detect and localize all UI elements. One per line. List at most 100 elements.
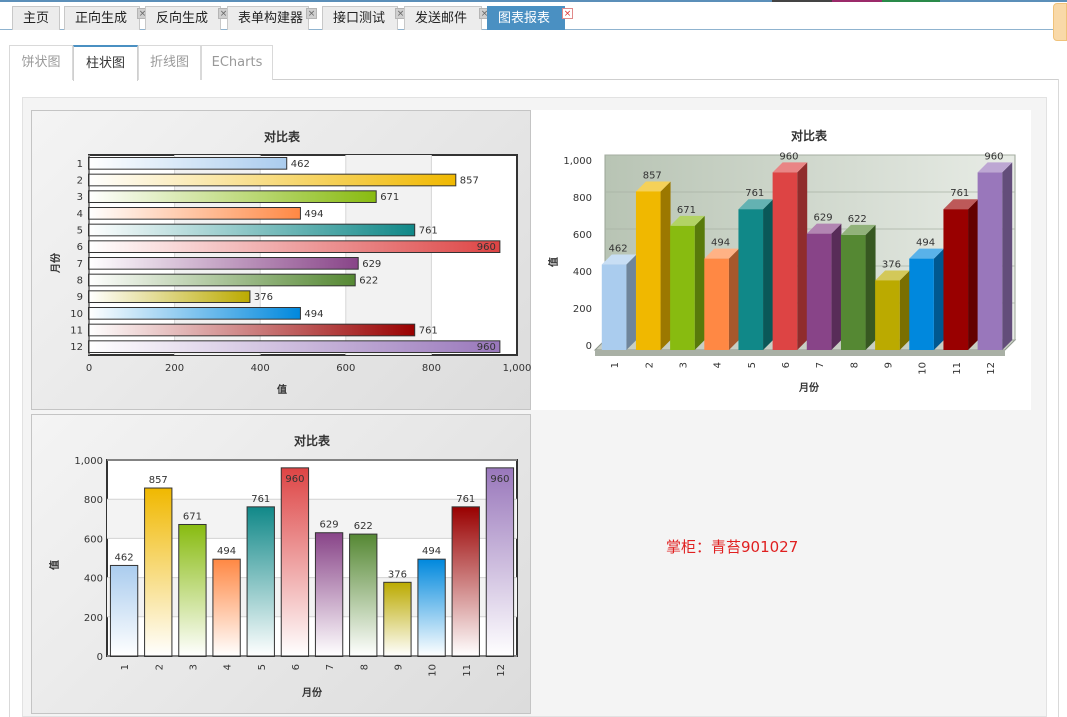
bar: [88, 290, 251, 303]
category-label: 8: [359, 664, 370, 670]
data-label: 376: [254, 292, 273, 303]
value-tick-label: 0: [86, 363, 92, 374]
bar-side: [694, 215, 705, 350]
data-label: 462: [115, 552, 134, 563]
sub-tab-3[interactable]: ECharts: [201, 45, 273, 80]
value-tick-label: 0: [97, 652, 103, 663]
bar: [383, 581, 412, 657]
y-axis-label: 月份: [49, 252, 62, 274]
data-label: 960: [984, 151, 1003, 162]
category-label: 9: [77, 292, 83, 303]
bar-side: [1002, 162, 1013, 350]
top-tab-2[interactable]: 反向生成 ×: [145, 6, 229, 30]
value-tick-label: 200: [84, 613, 103, 624]
y-axis-label: 值: [48, 560, 61, 570]
top-tab-label: 正向生成: [75, 11, 128, 26]
data-label: 671: [183, 511, 202, 522]
top-tab-4[interactable]: 接口测试 ×: [322, 6, 406, 30]
data-label: 960: [477, 242, 496, 253]
sub-tab-0[interactable]: 饼状图: [9, 45, 73, 80]
data-label: 761: [456, 494, 475, 505]
value-tick-label: 1,000: [74, 456, 103, 467]
bar: [88, 190, 377, 204]
data-label: 494: [217, 546, 236, 557]
value-tick-label: 600: [573, 230, 592, 241]
bar-side: [660, 181, 671, 350]
close-icon[interactable]: ×: [562, 8, 573, 19]
bar-side: [831, 223, 842, 350]
category-label: 5: [747, 362, 758, 368]
x-axis-label: 月份: [798, 381, 820, 394]
bar: [943, 209, 969, 350]
bar: [417, 558, 446, 657]
category-label: 3: [77, 192, 83, 203]
data-label: 761: [419, 326, 438, 337]
category-label: 2: [77, 176, 83, 187]
close-icon[interactable]: ×: [306, 8, 317, 19]
bar: [704, 258, 729, 350]
data-label: 376: [882, 259, 901, 270]
data-label: 960: [490, 474, 509, 485]
bar: [909, 258, 934, 350]
value-tick-label: 0: [586, 341, 592, 352]
bar: [635, 191, 661, 350]
sub-tab-1[interactable]: 柱状图: [73, 45, 138, 81]
bar: [109, 564, 139, 657]
category-label: 9: [393, 664, 404, 670]
data-label: 960: [779, 151, 798, 162]
data-label: 494: [916, 238, 935, 249]
category-label: 8: [849, 362, 860, 368]
category-label: 9: [883, 362, 894, 368]
sub-tab-2[interactable]: 折线图: [138, 45, 201, 80]
value-tick-label: 800: [573, 193, 592, 204]
bar: [88, 223, 416, 237]
data-label: 622: [354, 521, 373, 532]
side-panel-handle[interactable]: [1053, 3, 1067, 41]
data-label: 494: [422, 546, 441, 557]
bar-side: [728, 248, 739, 350]
top-tab-1[interactable]: 正向生成 ×: [64, 6, 148, 30]
top-tab-label: 图表报表: [498, 11, 551, 26]
category-label: 5: [257, 664, 268, 670]
top-tab-5[interactable]: 发送邮件 ×: [404, 6, 490, 30]
bar: [88, 157, 288, 170]
app-window: 主页 正向生成 × 反向生成 × 表单构建器 × 接口测试 × 发送邮件 × 图表报表 × 饼状图 柱状图…: [0, 0, 1067, 717]
value-tick-label: 200: [573, 304, 592, 315]
category-label: 11: [70, 326, 83, 337]
category-label: 11: [952, 362, 963, 375]
signature-text: 掌柜：青苔901027: [666, 538, 799, 556]
bar: [88, 173, 457, 187]
data-label: 462: [609, 244, 628, 255]
bar: [88, 323, 416, 337]
data-label: 857: [643, 170, 662, 181]
category-label: 5: [77, 226, 83, 237]
top-tab-0[interactable]: 主页: [12, 6, 60, 30]
y-axis-label: 值: [547, 257, 560, 267]
category-label: 10: [918, 362, 929, 375]
bar: [601, 264, 627, 350]
bar: [806, 233, 832, 350]
data-label: 629: [320, 520, 339, 531]
top-color-accents: [772, 0, 972, 2]
bar: [178, 523, 207, 657]
data-label: 462: [291, 159, 310, 170]
top-tab-6[interactable]: 图表报表 ×: [487, 6, 573, 30]
category-label: 2: [644, 362, 655, 368]
data-label: 376: [388, 569, 407, 580]
category-label: 2: [154, 664, 165, 670]
bar: [485, 467, 515, 657]
value-tick-label: 400: [251, 363, 270, 374]
top-tab-3[interactable]: 表单构建器 ×: [227, 6, 317, 30]
bar: [88, 257, 359, 270]
data-label: 494: [304, 209, 323, 220]
horizontal-bar-chart: 对比表 462 1 857 2 671 3 494 4 761 5 960 6 629 7 622 8 376 9 4…: [49, 129, 531, 396]
category-label: 1: [77, 159, 83, 170]
category-label: 6: [291, 664, 302, 670]
bar: [88, 207, 301, 220]
category-label: 12: [496, 664, 507, 677]
value-tick-label: 200: [165, 363, 184, 374]
bar: [144, 487, 173, 657]
chart-title: 对比表: [791, 128, 828, 143]
bar: [349, 533, 378, 657]
category-label: 1: [610, 362, 621, 368]
